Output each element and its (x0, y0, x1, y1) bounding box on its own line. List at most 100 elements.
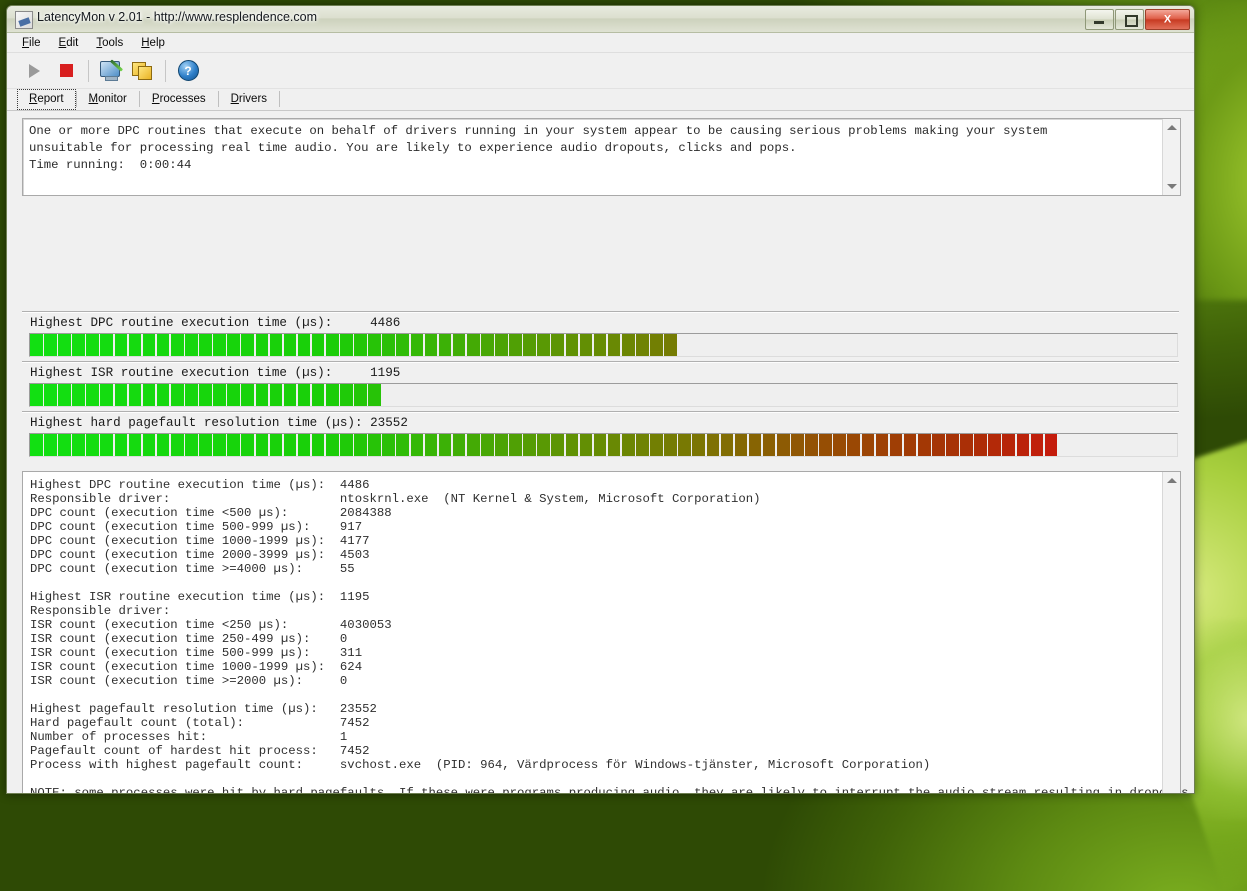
gauge-segment (551, 334, 564, 356)
menu-item-help[interactable]: Help (132, 35, 174, 51)
gauge-segment (509, 434, 522, 456)
scroll-up-icon[interactable] (1163, 119, 1180, 136)
stop-button[interactable] (51, 57, 81, 85)
gauge-segment (594, 334, 607, 356)
gauge-segment (354, 384, 367, 406)
gauge-segment (833, 434, 846, 456)
gauge-segment (890, 434, 903, 456)
summary-panel: One or more DPC routines that execute on… (22, 118, 1181, 196)
gauge-segment (904, 434, 917, 456)
isr-gauge-fill (30, 384, 382, 406)
gauge-segment (763, 434, 776, 456)
gauge-segment (185, 384, 198, 406)
pagefault-gauge: Highest hard pagefault resolution time (… (22, 411, 1179, 457)
title-bar[interactable]: LatencyMon v 2.01 - http://www.resplende… (7, 6, 1194, 33)
gauge-segment (284, 334, 297, 356)
gauge-segment (594, 434, 607, 456)
gauge-segment (608, 434, 621, 456)
pagefault-gauge-track (29, 433, 1178, 457)
menu-item-edit[interactable]: Edit (50, 35, 88, 51)
gauge-segment (284, 434, 297, 456)
tab-drivers[interactable]: Drivers (219, 89, 279, 110)
gauge-segment (481, 334, 494, 356)
gauge-segment (777, 434, 790, 456)
gauge-segment (72, 384, 85, 406)
menu-item-tools[interactable]: Tools (87, 35, 132, 51)
close-button[interactable]: X (1145, 9, 1190, 30)
scroll-down-icon[interactable] (1163, 178, 1180, 195)
monitor-settings-button[interactable] (96, 57, 126, 85)
gauge-segment (72, 334, 85, 356)
tab-divider-4 (279, 91, 280, 107)
gauge-segment (537, 334, 550, 356)
gauge-segment (1017, 434, 1030, 456)
menu-bar: File Edit Tools Help (7, 33, 1194, 53)
gauge-segment (721, 434, 734, 456)
gauge-segment (636, 334, 649, 356)
gauge-segment (58, 384, 71, 406)
gauge-segment (664, 434, 677, 456)
start-button[interactable] (19, 57, 49, 85)
gauge-segment (86, 384, 99, 406)
gauge-segment (312, 384, 325, 406)
gauge-segment (707, 434, 720, 456)
gauge-segment (566, 334, 579, 356)
gauge-segment (495, 334, 508, 356)
gauge-segment (256, 434, 269, 456)
gauge-segment (495, 434, 508, 456)
gauge-segment (256, 384, 269, 406)
gauge-segment (58, 434, 71, 456)
menu-item-file[interactable]: File (13, 35, 50, 51)
scroll-up-icon[interactable] (1163, 472, 1180, 489)
gauge-segment (270, 434, 283, 456)
gauge-segment (664, 334, 677, 356)
gauge-segment (749, 434, 762, 456)
gauge-segment (735, 434, 748, 456)
gauge-segment (988, 434, 1001, 456)
gauge-segment (58, 334, 71, 356)
gauge-segment (425, 334, 438, 356)
gauge-segment (157, 434, 170, 456)
gauge-segment (284, 384, 297, 406)
gauge-segment (72, 434, 85, 456)
gauge-segment (171, 384, 184, 406)
gauge-segment (537, 434, 550, 456)
wallpaper-leaf-top (1195, 0, 1247, 300)
gauge-segment (862, 434, 875, 456)
gauge-segment (86, 434, 99, 456)
copy-button[interactable] (128, 57, 158, 85)
dpc-gauge-track (29, 333, 1178, 357)
gauge-segment (115, 334, 128, 356)
gauge-segment (1031, 434, 1044, 456)
gauge-segment (847, 434, 860, 456)
tab-report[interactable]: Report (17, 89, 76, 110)
summary-scrollbar[interactable] (1162, 119, 1180, 195)
report-scrollbar[interactable] (1162, 472, 1180, 794)
gauge-segment (227, 384, 240, 406)
gauge-segment (326, 384, 339, 406)
window-controls: X (1085, 9, 1190, 30)
gauge-segment (622, 434, 635, 456)
gauge-segment (439, 334, 452, 356)
gauge-segment (213, 334, 226, 356)
tab-bar: Report Monitor Processes Drivers (7, 89, 1194, 111)
gauge-segment (580, 434, 593, 456)
tab-monitor[interactable]: Monitor (77, 89, 139, 110)
gauge-segment (115, 384, 128, 406)
pagefault-gauge-label: Highest hard pagefault resolution time (… (22, 413, 1179, 433)
gauge-segment (692, 434, 705, 456)
maximize-button[interactable] (1115, 9, 1144, 30)
gauge-segment (129, 384, 142, 406)
minimize-button[interactable] (1085, 9, 1114, 30)
toolbar-separator-2 (165, 60, 166, 82)
tab-processes[interactable]: Processes (140, 89, 218, 110)
play-icon (29, 64, 40, 78)
gauge-segment (326, 434, 339, 456)
latencymon-window: LatencyMon v 2.01 - http://www.resplende… (6, 5, 1195, 794)
dpc-gauge-label: Highest DPC routine execution time (µs):… (22, 313, 1179, 333)
gauge-segment (523, 334, 536, 356)
gauge-segment (115, 434, 128, 456)
gauge-segment (30, 384, 43, 406)
help-button[interactable]: ? (173, 57, 203, 85)
gauge-segment (467, 434, 480, 456)
